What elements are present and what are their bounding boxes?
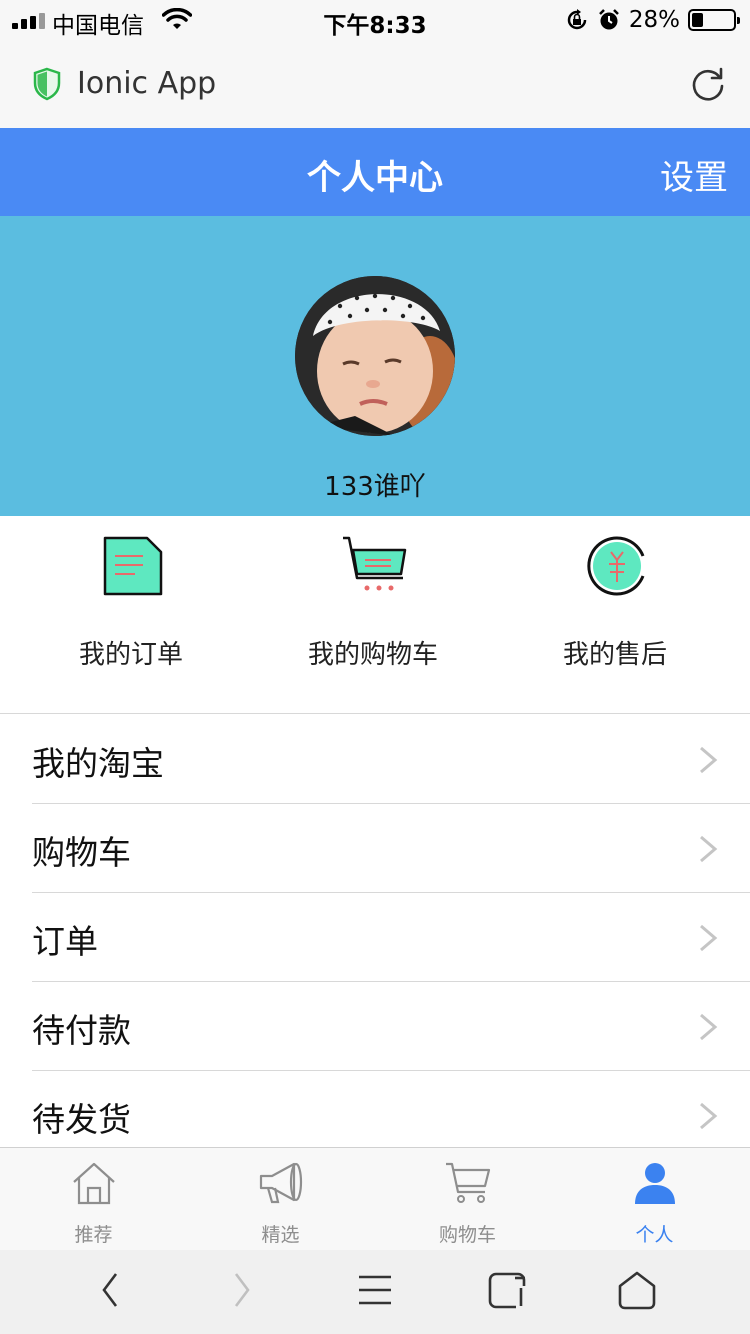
chevron-right-icon bbox=[700, 924, 718, 952]
settings-button[interactable]: 设置 bbox=[660, 150, 728, 199]
system-nav-bar bbox=[0, 1250, 750, 1334]
home-icon bbox=[73, 1162, 115, 1205]
cart-icon bbox=[343, 536, 407, 591]
list-item-cart[interactable]: 购物车 bbox=[0, 804, 750, 893]
shortcut-grid: 我的订单 我的购物车 我的售后 bbox=[0, 516, 750, 714]
alarm-icon bbox=[598, 9, 619, 30]
tab-label: 购物车 bbox=[438, 1224, 496, 1246]
person-icon bbox=[635, 1163, 675, 1204]
menu-icon[interactable] bbox=[356, 1270, 394, 1310]
nav-bar: 个人中心 设置 bbox=[0, 128, 750, 216]
chevron-right-icon bbox=[700, 1013, 718, 1041]
status-bar: 中国电信 下午8:33 28% bbox=[0, 0, 750, 40]
chevron-right-icon bbox=[700, 835, 718, 863]
shortcut-label: 我的订单 bbox=[78, 640, 183, 670]
shortcut-cart[interactable]: 我的购物车 bbox=[248, 516, 498, 714]
battery-icon bbox=[688, 9, 740, 31]
menu-list: 我的淘宝 购物车 订单 待付款 待发货 bbox=[0, 715, 750, 1160]
tab-recommend[interactable]: 推荐 bbox=[0, 1148, 187, 1251]
back-icon[interactable] bbox=[98, 1270, 122, 1310]
cart-icon bbox=[446, 1162, 491, 1203]
tab-bar: 推荐 精选 购物车 个人 bbox=[0, 1147, 750, 1250]
list-item-label: 待付款 bbox=[32, 1011, 131, 1050]
shortcut-label: 我的购物车 bbox=[307, 640, 438, 670]
reload-icon[interactable] bbox=[688, 64, 728, 104]
tab-cart[interactable]: 购物车 bbox=[374, 1148, 561, 1251]
page-title: 个人中心 bbox=[307, 158, 443, 198]
tab-label: 精选 bbox=[261, 1224, 300, 1246]
order-icon bbox=[103, 536, 163, 596]
list-item-label: 订单 bbox=[32, 922, 98, 961]
forward-icon[interactable] bbox=[230, 1270, 254, 1310]
chevron-right-icon bbox=[700, 1102, 718, 1130]
list-item-label: 待发货 bbox=[32, 1100, 131, 1139]
battery-percent: 28% bbox=[628, 7, 680, 33]
home-button-icon[interactable] bbox=[616, 1270, 658, 1312]
tab-personal[interactable]: 个人 bbox=[561, 1148, 748, 1251]
profile-header: 133谁吖 bbox=[0, 216, 750, 516]
avatar[interactable] bbox=[295, 276, 455, 436]
shortcut-after-sales[interactable]: 我的售后 bbox=[490, 516, 740, 714]
tab-label: 个人 bbox=[635, 1224, 674, 1246]
shield-icon bbox=[33, 67, 61, 101]
megaphone-icon bbox=[259, 1162, 303, 1204]
list-item-my-taobao[interactable]: 我的淘宝 bbox=[0, 715, 750, 804]
shortcut-orders[interactable]: 我的订单 bbox=[6, 516, 256, 714]
list-item-label: 购物车 bbox=[32, 833, 131, 872]
browser-title-bar: Ionic App bbox=[0, 40, 750, 128]
list-item-pending-payment[interactable]: 待付款 bbox=[0, 982, 750, 1071]
shortcut-label: 我的售后 bbox=[562, 640, 667, 670]
after-sales-icon bbox=[587, 536, 645, 596]
tab-label: 推荐 bbox=[74, 1224, 113, 1246]
battery-fill bbox=[692, 13, 704, 27]
tabs-icon[interactable] bbox=[487, 1270, 529, 1312]
list-item-label: 我的淘宝 bbox=[32, 744, 164, 783]
chevron-right-icon bbox=[700, 746, 718, 774]
list-item-orders[interactable]: 订单 bbox=[0, 893, 750, 982]
tab-featured[interactable]: 精选 bbox=[187, 1148, 374, 1251]
orientation-lock-icon bbox=[567, 9, 587, 30]
avatar-image bbox=[295, 276, 455, 436]
browser-title: Ionic App bbox=[77, 66, 217, 101]
username: 133谁吖 bbox=[324, 472, 426, 502]
